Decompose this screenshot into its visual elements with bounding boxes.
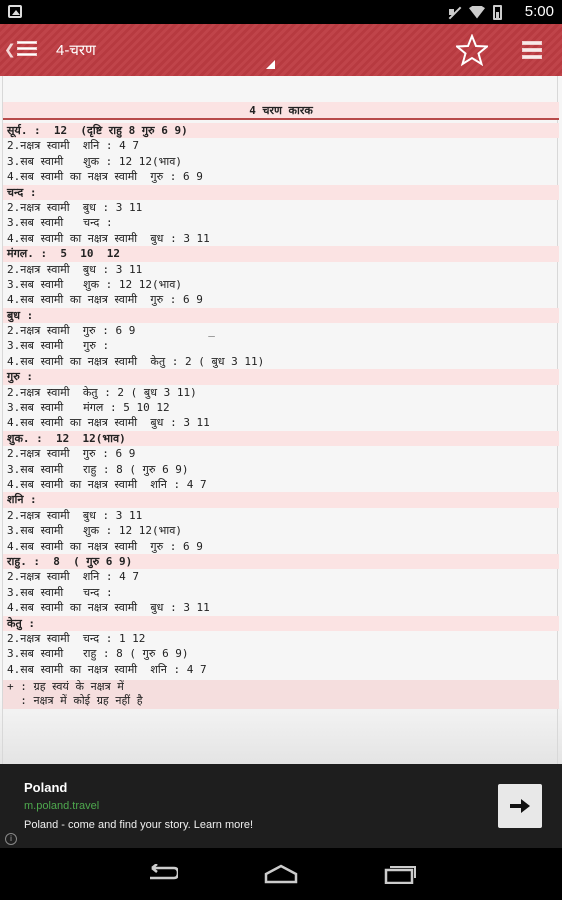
chart-panel: 4 चरण कारक सूर्य. : 12 (दृष्टि राहु 8 गु… [2,76,559,764]
table-row: 4.सब स्वामी का नक्षत्र स्वामी बुध : 3 11 [7,416,210,430]
table-row: 2.नक्षत्र स्वामी बुध : 3 11 [7,262,143,276]
back-icon[interactable] [144,864,178,884]
ad-open-button[interactable] [498,784,542,828]
planet-heading-row: शुक. : 12 12(भाव) [3,430,559,447]
table-row: 2.नक्षत्र स्वामी शनि : 4 7 [7,570,140,584]
table-row: 2.नक्षत्र स्वामी गुरु : 6 9 _ [7,324,215,338]
table-row: 3.सब स्वामी शुक : 12 12(भाव) [7,154,182,168]
table-row: 2.नक्षत्र स्वामी चन्द : 1 12 [7,631,146,645]
table-row: 4.सब स्वामी का नक्षत्र स्वामी शनि : 4 7 [7,477,207,491]
picture-icon [8,5,22,18]
table-row: 3.सब स्वामी राहु : 8 ( गुरु 6 9) [7,462,189,476]
content-area: 4 चरण कारक सूर्य. : 12 (दृष्टि राहु 8 गु… [0,76,562,764]
action-bar: ❮ 4-चरण [0,24,562,76]
planet-heading-row: बुध : [3,307,559,324]
planet-heading-row: राहु. : 8 ( गुरु 6 9) [3,553,559,570]
overflow-menu-icon[interactable] [522,41,542,59]
table-row: 4.सब स्वामी का नक्षत्र स्वामी गुरु : 6 9 [7,170,203,184]
ad-description: Poland - come and find your story. Learn… [24,819,254,831]
planet-heading-row: सूर्य. : 12 (दृष्टि राहु 8 गुरु 6 9) [3,123,559,139]
status-icons [447,4,502,20]
status-time: 5:00 [524,3,554,20]
planet-heading-row: केतु : [3,615,559,631]
home-icon[interactable] [264,864,298,884]
planet-heading-row: शनि : [3,492,559,508]
planet-heading-row: गुरु : [3,369,559,385]
up-caret-icon[interactable]: ❮ [4,42,16,58]
menu-icon[interactable] [17,41,37,57]
arrow-right-icon [510,799,530,813]
wifi-icon [469,5,485,19]
table-row: 2.नक्षत्र स्वामी बुध : 3 11 [7,200,143,214]
table-row: 3.सब स्वामी चन्द : [7,585,113,599]
table-row: 4.सब स्वामी का नक्षत्र स्वामी शनि : 4 7 [7,662,207,676]
ad-title[interactable]: Poland [24,780,67,795]
table-row: 4.सब स्वामी का नक्षत्र स्वामी गुरु : 6 9 [7,539,203,553]
ad-info-icon[interactable]: i [5,833,17,845]
planet-heading-row: मंगल. : 5 10 12 [3,246,559,262]
table-row: 2.नक्षत्र स्वामी शनि : 4 7 [7,139,140,153]
navigation-bar [0,848,562,900]
table-row: 4.सब स्वामी का नक्षत्र स्वामी बुध : 3 11 [7,231,210,245]
ad-banner[interactable]: Poland m.poland.travel Poland - come and… [0,764,562,848]
table-row: 2.नक्षत्र स्वामी केतु : 2 ( बुध 3 11) [7,385,197,399]
spinner-indicator-icon[interactable] [266,60,275,69]
recents-icon[interactable] [384,862,418,884]
status-bar: 5:00 [0,0,562,24]
mute-icon [447,5,461,19]
table-row: 3.सब स्वामी चन्द : [7,216,113,230]
battery-icon [493,4,502,20]
table-row: 2.नक्षत्र स्वामी बुध : 3 11 [7,508,143,522]
table-row: 2.नक्षत्र स्वामी गुरु : 6 9 [7,447,136,461]
legend-notes: + : ग्रह स्वयं के नक्षत्र में : नक्षत्र … [3,680,559,709]
star-icon[interactable] [456,34,488,66]
table-row: 3.सब स्वामी शुक : 12 12(भाव) [7,277,182,291]
table-lines: सूर्य. : 12 (दृष्टि राहु 8 गुरु 6 9) 2.नक… [3,123,559,677]
table-row: 3.सब स्वामी शुक : 12 12(भाव) [7,524,182,538]
table-row: 3.सब स्वामी मंगल : 5 10 12 [7,401,170,415]
table-row: 4.सब स्वामी का नक्षत्र स्वामी बुध : 3 11 [7,601,210,615]
note-line: : नक्षत्र में कोई ग्रह नहीं है [7,694,143,707]
ad-url[interactable]: m.poland.travel [24,800,99,812]
page-title: 4-चरण [56,42,96,59]
table-row: 4.सब स्वामी का नक्षत्र स्वामी गुरु : 6 9 [7,293,203,307]
planet-heading-row: चन्द : [3,184,559,200]
table-row: 3.सब स्वामी राहु : 8 ( गुरु 6 9) [7,647,189,661]
note-line: + : ग्रह स्वयं के नक्षत्र में [7,680,124,693]
table-header: 4 चरण कारक [3,102,559,120]
table-row: 4.सब स्वामी का नक्षत्र स्वामी केतु : 2 (… [7,354,265,368]
table-row: 3.सब स्वामी गुरु : [7,339,110,353]
